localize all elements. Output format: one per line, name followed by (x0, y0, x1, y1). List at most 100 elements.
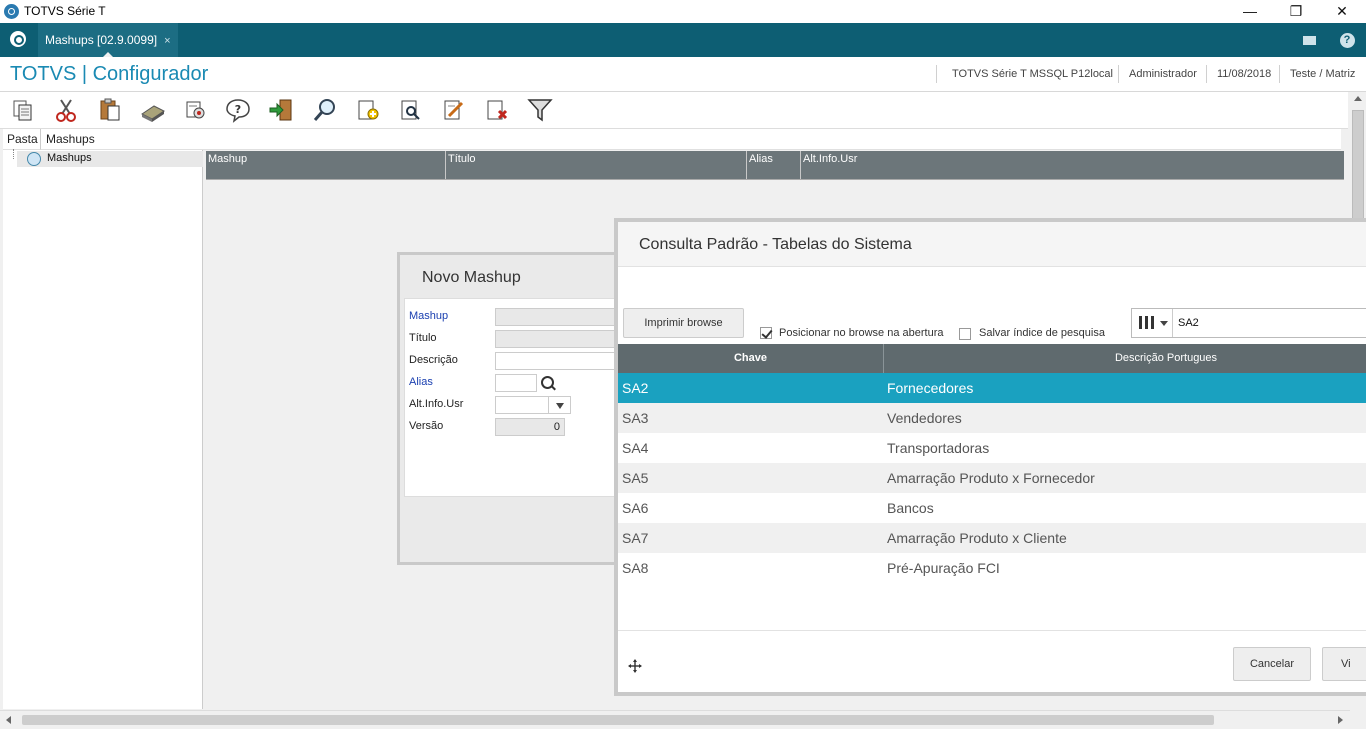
environment-info: TOTVS Série T MSSQL P12local (952, 68, 1113, 80)
row-desc: Vendedores (887, 410, 962, 426)
save-index-checkbox[interactable] (959, 328, 971, 340)
window-titlebar: TOTVS Série T — ❐ ✕ (0, 0, 1366, 23)
tree-connector (13, 149, 15, 159)
tab-mashups[interactable]: Mashups [02.9.0099] × (38, 23, 178, 57)
row-desc: Pré-Apuração FCI (887, 560, 1000, 576)
column-alias[interactable]: Alias (747, 151, 801, 179)
scroll-up-icon[interactable] (1354, 96, 1362, 101)
add-icon[interactable] (354, 96, 382, 124)
versao-field[interactable]: 0 (495, 418, 565, 436)
column-titulo[interactable]: Título (446, 151, 747, 179)
titulo-field[interactable] (495, 330, 625, 348)
column-mashup[interactable]: Mashup (206, 151, 446, 179)
scroll-right-icon[interactable] (1338, 716, 1343, 724)
table-row[interactable]: SA5 Amarração Produto x Fornecedor (618, 463, 1366, 493)
row-key: SA2 (622, 380, 649, 396)
tab-mashups-label: Mashups [02.9.0099] (45, 33, 158, 47)
exit-icon[interactable] (267, 96, 295, 124)
column-descricao[interactable]: Descrição Portugues (884, 344, 1366, 373)
table-row[interactable]: SA2 Fornecedores (618, 373, 1366, 403)
search-input[interactable]: SA2 (1178, 317, 1199, 329)
minimize-button[interactable]: — (1227, 0, 1273, 23)
cancel-button[interactable]: Cancelar (1233, 647, 1311, 681)
toolbar: ? (0, 92, 1348, 129)
print-browse-button[interactable]: Imprimir browse (623, 308, 744, 338)
table-row[interactable]: SA4 Transportadoras (618, 433, 1366, 463)
alias-field[interactable] (495, 374, 537, 392)
dialog-title: Consulta Padrão - Tabelas do Sistema (639, 236, 912, 253)
close-window-button[interactable]: ✕ (1319, 0, 1365, 23)
scrollbar-thumb[interactable] (22, 715, 1214, 725)
position-browse-checkbox[interactable] (760, 327, 772, 339)
versao-label: Versão (409, 420, 444, 432)
mashup-field[interactable] (495, 308, 625, 326)
totvs-logo-icon[interactable] (10, 31, 26, 47)
header-separator (1279, 65, 1280, 83)
maximize-button[interactable]: ❐ (1273, 0, 1319, 23)
consulta-padrao-dialog: Consulta Padrão - Tabelas do Sistema Imp… (614, 218, 1366, 696)
table-row[interactable]: SA3 Vendedores (618, 403, 1366, 433)
edit-icon[interactable] (440, 96, 468, 124)
delete-icon[interactable] (483, 96, 511, 124)
alias-search-icon[interactable] (541, 376, 554, 389)
row-key: SA3 (622, 410, 649, 426)
row-key: SA6 (622, 500, 649, 516)
position-browse-label: Posicionar no browse na abertura (779, 327, 944, 339)
chevron-down-icon (556, 403, 564, 409)
row-desc: Amarração Produto x Cliente (887, 530, 1067, 546)
descricao-field[interactable] (495, 352, 625, 370)
tab-close-icon[interactable]: × (164, 35, 170, 47)
window-title: TOTVS Série T (24, 4, 106, 18)
header-separator (936, 65, 937, 83)
paste-icon[interactable] (96, 96, 124, 124)
search-field[interactable]: SA2 (1131, 308, 1366, 338)
cut-icon[interactable] (52, 96, 80, 124)
table-row[interactable]: SA8 Pré-Apuração FCI (618, 553, 1366, 583)
table-row[interactable]: SA6 Bancos (618, 493, 1366, 523)
copy-icon[interactable] (8, 96, 36, 124)
tree-node-mashups[interactable]: Mashups (17, 151, 203, 167)
dialog-title: Novo Mashup (422, 269, 521, 286)
novo-mashup-dialog: Novo Mashup Mashup Título Descrição Alia… (397, 252, 628, 565)
date-info: 11/08/2018 (1217, 68, 1272, 80)
tree-node-label: Mashups (47, 152, 92, 164)
main-header: Mashups (40, 129, 1341, 150)
column-chave[interactable]: Chave (618, 344, 884, 373)
results-header: Chave Descrição Portugues (618, 344, 1366, 373)
alias-label: Alias (409, 376, 433, 388)
row-key: SA8 (622, 560, 649, 576)
mail-icon[interactable] (1290, 23, 1328, 57)
search-icon[interactable] (311, 96, 339, 124)
horizontal-scrollbar[interactable] (0, 710, 1350, 729)
results-list: SA2 Fornecedores SA3 Vendedores SA4 Tran… (618, 373, 1366, 583)
row-key: SA4 (622, 440, 649, 456)
view-button[interactable]: Vi (1322, 647, 1366, 681)
titulo-label: Título (409, 332, 437, 344)
filter-icon[interactable] (526, 96, 554, 124)
app-header: TOTVS | Configurador TOTVS Série T MSSQL… (0, 57, 1366, 92)
row-key: SA7 (622, 530, 649, 546)
column-alt-info-usr[interactable]: Alt.Info.Usr (801, 151, 1343, 179)
mashup-label: Mashup (409, 310, 449, 322)
calculator-icon[interactable] (139, 96, 167, 124)
columns-icon (1139, 316, 1154, 329)
alt-info-usr-select[interactable] (495, 396, 571, 414)
globe-icon (27, 152, 41, 166)
preview-icon[interactable] (397, 96, 425, 124)
app-topbar: Mashups [02.9.0099] × ? (0, 23, 1366, 57)
help-circle-icon[interactable]: ? (1328, 23, 1366, 57)
alt-info-usr-label: Alt.Info.Usr (409, 398, 464, 410)
chevron-down-icon (1160, 321, 1168, 326)
row-desc: Amarração Produto x Fornecedor (887, 470, 1095, 486)
help-icon[interactable]: ? (224, 96, 252, 124)
settings-icon[interactable] (182, 96, 210, 124)
company-info: Teste / Matriz (1290, 68, 1356, 80)
row-desc: Transportadoras (887, 440, 990, 456)
index-selector[interactable] (1132, 309, 1173, 337)
scroll-left-icon[interactable] (6, 716, 11, 724)
mashups-grid-header: Mashup Título Alias Alt.Info.Usr (206, 151, 1344, 180)
descricao-label: Descrição (409, 354, 458, 366)
table-row[interactable]: SA7 Amarração Produto x Cliente (618, 523, 1366, 553)
move-icon[interactable] (628, 659, 642, 673)
svg-text:?: ? (235, 103, 241, 116)
